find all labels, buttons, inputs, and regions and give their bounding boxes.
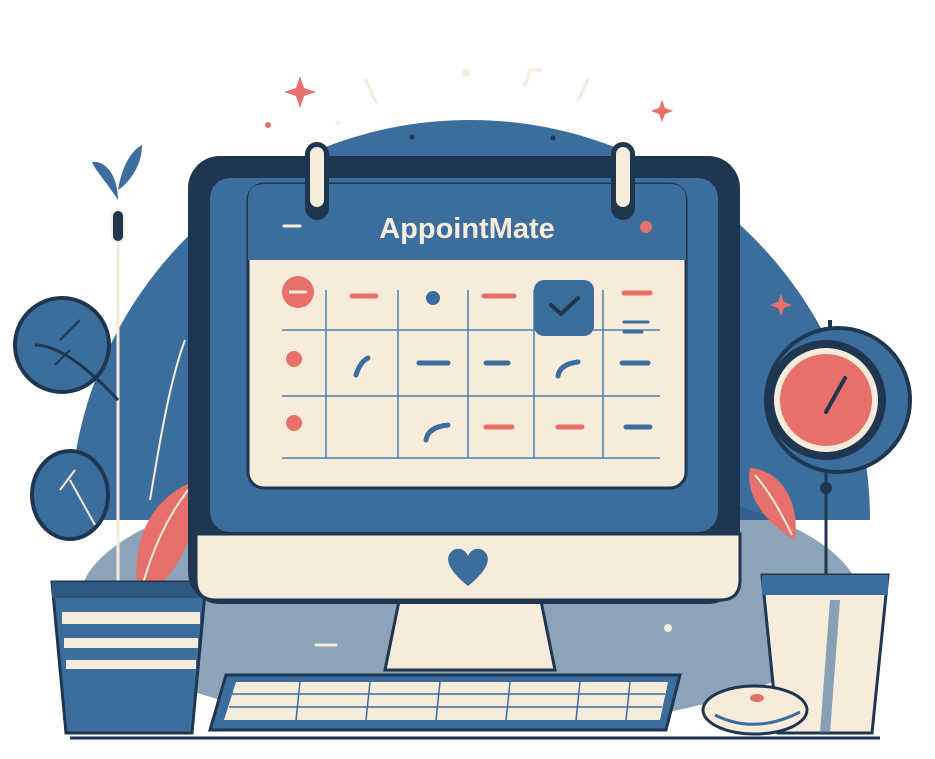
left-pot: [50, 580, 208, 735]
keyboard: [208, 673, 682, 732]
selected-day[interactable]: [534, 280, 594, 336]
appointmate-illustration: AppointMate: [13, 68, 912, 740]
mouse: [701, 684, 809, 736]
wall-clock: [764, 326, 912, 474]
calendar-window: AppointMate: [246, 142, 688, 490]
app-title: AppointMate: [379, 213, 555, 245]
